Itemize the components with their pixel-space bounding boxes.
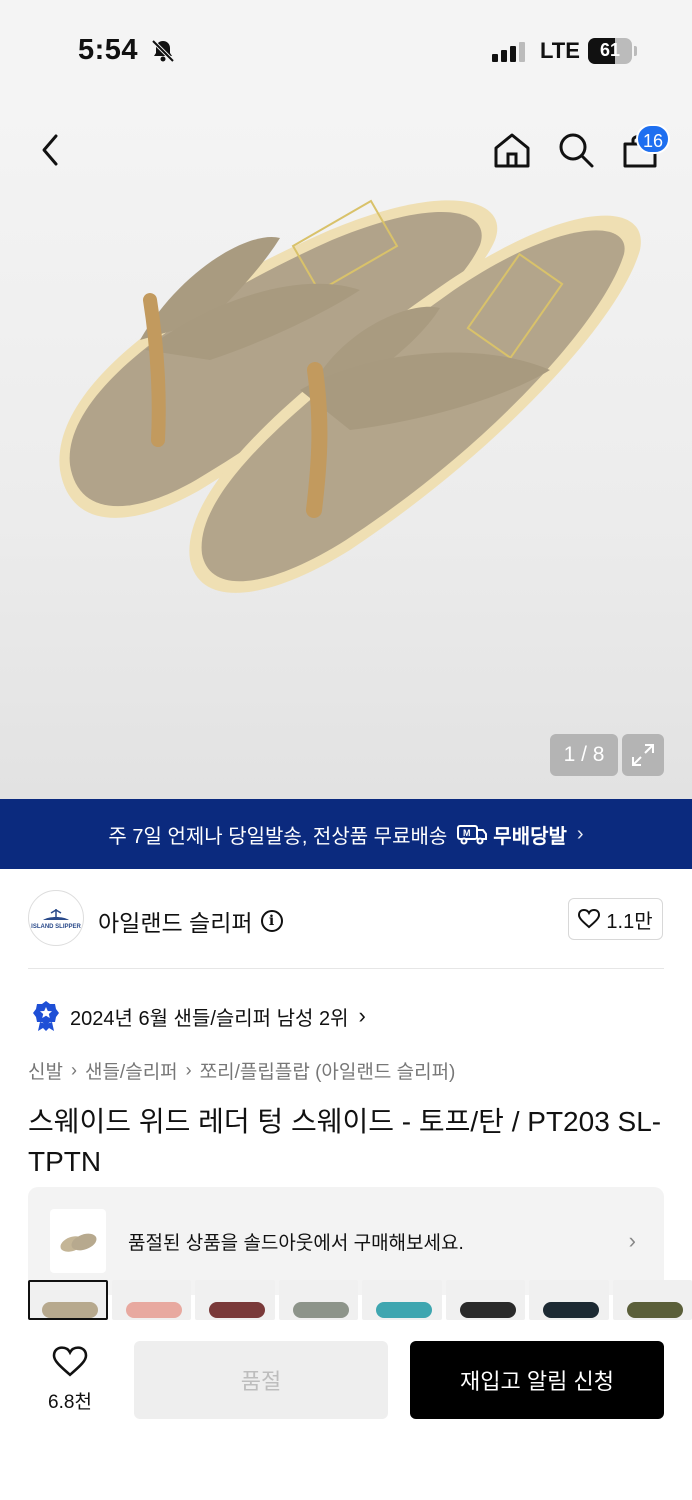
color-swatch[interactable] bbox=[612, 1280, 692, 1320]
color-swatch[interactable] bbox=[195, 1280, 275, 1320]
cart-count-badge: 16 bbox=[636, 124, 670, 154]
home-button[interactable] bbox=[492, 130, 532, 175]
signal-icon bbox=[492, 42, 525, 62]
color-swatch[interactable] bbox=[278, 1280, 358, 1320]
swatch-shoe bbox=[42, 1302, 98, 1318]
store-logo-text: ISLAND SLIPPER bbox=[31, 924, 81, 930]
sandal-thumbnail-icon bbox=[60, 1233, 97, 1252]
store-name-link[interactable]: 아일랜드 슬리퍼 i bbox=[98, 904, 283, 938]
network-type: LTE bbox=[540, 38, 580, 63]
chevron-right-icon: › bbox=[70, 1060, 77, 1080]
chevron-right-icon: › bbox=[576, 822, 584, 845]
color-swatch-strip bbox=[28, 1280, 692, 1320]
delivery-truck-icon: M bbox=[457, 825, 488, 845]
divider bbox=[28, 968, 664, 969]
color-swatch[interactable] bbox=[28, 1280, 108, 1320]
battery-percent: 61 bbox=[599, 40, 621, 60]
breadcrumb-item[interactable]: 쪼리/플립플랍 (아일랜드 슬리퍼) bbox=[200, 1057, 456, 1084]
wishlist-button[interactable]: 6.8천 bbox=[38, 1346, 102, 1414]
swatch-shoe bbox=[626, 1302, 683, 1318]
battery-tip bbox=[634, 46, 637, 56]
promo-brand-label: 무배당발 bbox=[493, 825, 567, 848]
color-swatch[interactable] bbox=[529, 1280, 609, 1320]
expand-button[interactable] bbox=[622, 734, 664, 776]
ranking-badge-icon bbox=[33, 1001, 59, 1031]
heart-icon bbox=[578, 909, 601, 929]
chevron-right-icon: › bbox=[628, 1228, 636, 1253]
color-swatch[interactable] bbox=[362, 1280, 442, 1320]
store-like-count: 1.1만 bbox=[606, 910, 653, 933]
soldout-button: 품절 bbox=[134, 1341, 388, 1419]
chevron-right-icon: › bbox=[185, 1060, 192, 1080]
swatch-shoe bbox=[125, 1302, 182, 1318]
color-swatch[interactable] bbox=[445, 1280, 525, 1320]
status-time: 5:54 bbox=[78, 34, 139, 66]
soldout-link-card[interactable]: 품절된 상품을 솔드아웃에서 구매해보세요. › bbox=[28, 1187, 664, 1295]
color-swatch[interactable] bbox=[111, 1280, 191, 1320]
bell-slash-icon bbox=[150, 38, 176, 69]
product-title: 스웨이드 위드 레더 텅 스웨이드 - 토프/탄 / PT203 SL-TPTN bbox=[28, 1106, 662, 1177]
breadcrumb-item[interactable]: 샌들/슬리퍼 bbox=[85, 1057, 178, 1084]
swatch-shoe bbox=[459, 1302, 516, 1318]
breadcrumb-item[interactable]: 신발 bbox=[28, 1057, 63, 1084]
chevron-right-icon: › bbox=[358, 1003, 366, 1028]
battery-icon: 61 bbox=[588, 38, 632, 64]
island-logo-icon bbox=[43, 909, 69, 920]
store-name: 아일랜드 슬리퍼 bbox=[98, 910, 253, 936]
ranking-link[interactable]: 2024년 6월 샌들/슬리퍼 남성 2위 › bbox=[32, 1000, 366, 1032]
wishlist-count: 6.8천 bbox=[48, 1392, 92, 1413]
ranking-text: 2024년 6월 샌들/슬리퍼 남성 2위 bbox=[70, 1007, 349, 1030]
svg-text:M: M bbox=[463, 828, 471, 838]
swatch-shoe bbox=[209, 1302, 265, 1318]
image-counter: 1 / 8 bbox=[550, 734, 618, 776]
promo-brand: M 무배당발 bbox=[457, 820, 567, 849]
search-button[interactable] bbox=[556, 130, 596, 175]
expand-icon bbox=[632, 744, 654, 766]
product-image bbox=[30, 190, 670, 635]
home-icon bbox=[494, 133, 530, 168]
store-logo[interactable]: ISLAND SLIPPER bbox=[28, 890, 84, 946]
info-icon[interactable]: i bbox=[260, 910, 283, 932]
heart-icon bbox=[52, 1346, 88, 1377]
swatch-shoe bbox=[292, 1302, 349, 1318]
search-icon bbox=[559, 133, 594, 168]
restock-notify-button[interactable]: 재입고 알림 신청 bbox=[410, 1341, 664, 1419]
promo-text: 주 7일 언제나 당일발송, 전상품 무료배송 bbox=[108, 825, 448, 848]
breadcrumb: 신발 › 샌들/슬리퍼 › 쪼리/플립플랍 (아일랜드 슬리퍼) bbox=[28, 1057, 455, 1084]
swatch-shoe bbox=[543, 1302, 599, 1318]
chevron-left-icon bbox=[42, 134, 58, 166]
store-like-button[interactable]: 1.1만 bbox=[568, 898, 663, 940]
soldout-text: 품절된 상품을 솔드아웃에서 구매해보세요. bbox=[128, 1232, 464, 1254]
soldout-thumbnail bbox=[50, 1209, 106, 1273]
shipping-promo-banner[interactable]: 주 7일 언제나 당일발송, 전상품 무료배송 M 무배당발 › bbox=[0, 799, 692, 869]
back-button[interactable] bbox=[34, 130, 66, 170]
swatch-shoe bbox=[376, 1302, 432, 1318]
